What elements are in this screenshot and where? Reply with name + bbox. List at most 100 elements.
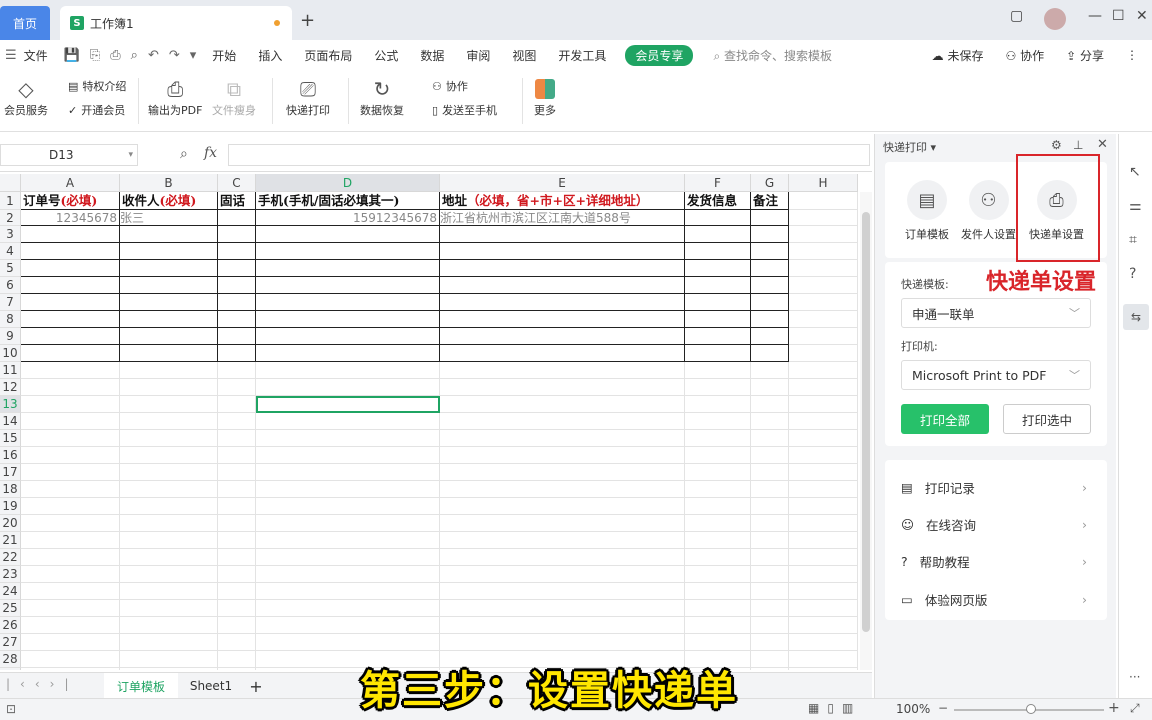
cell[interactable] bbox=[21, 532, 120, 549]
vip-button[interactable]: 会员专享 bbox=[625, 44, 694, 66]
cell[interactable] bbox=[685, 260, 751, 277]
spreadsheet-grid[interactable]: A B C D E F G H 1 订单号(必填) 收件人(必填) 固话 手机(手机/固… bbox=[0, 174, 858, 670]
cell[interactable] bbox=[256, 464, 440, 481]
cell[interactable] bbox=[685, 600, 751, 617]
cell[interactable] bbox=[21, 600, 120, 617]
cell[interactable] bbox=[21, 515, 120, 532]
row-header[interactable]: 18 bbox=[0, 481, 21, 498]
cell[interactable] bbox=[789, 294, 858, 311]
cell[interactable] bbox=[440, 226, 685, 243]
cell[interactable] bbox=[21, 464, 120, 481]
cell[interactable] bbox=[120, 328, 218, 345]
cell[interactable] bbox=[120, 396, 218, 413]
row-header[interactable]: 22 bbox=[0, 549, 21, 566]
cell[interactable] bbox=[751, 566, 789, 583]
sheet-nav-icons[interactable]: |‹‹›| bbox=[6, 677, 78, 691]
cell[interactable] bbox=[120, 583, 218, 600]
print-history-link[interactable]: ▤ 打印记录 › bbox=[901, 478, 1091, 497]
cell[interactable] bbox=[789, 345, 858, 362]
cell[interactable] bbox=[256, 362, 440, 379]
cell[interactable] bbox=[120, 430, 218, 447]
cell[interactable] bbox=[440, 430, 685, 447]
cell[interactable] bbox=[218, 566, 256, 583]
cell[interactable] bbox=[789, 566, 858, 583]
open-member-button[interactable]: ✓ 开通会员 bbox=[68, 102, 125, 118]
cell[interactable] bbox=[218, 600, 256, 617]
row-header[interactable]: 27 bbox=[0, 634, 21, 651]
hamburger-icon[interactable]: ☰ bbox=[0, 48, 22, 63]
cell[interactable] bbox=[685, 617, 751, 634]
online-consult-link[interactable]: ☺ 在线咨询 › bbox=[901, 515, 1091, 534]
cell[interactable] bbox=[751, 210, 789, 226]
cell[interactable] bbox=[440, 464, 685, 481]
printer-select[interactable]: Microsoft Print to PDF ﹀ bbox=[901, 360, 1091, 390]
cell[interactable] bbox=[789, 634, 858, 651]
cell[interactable] bbox=[218, 447, 256, 464]
cell[interactable] bbox=[685, 464, 751, 481]
cell[interactable] bbox=[440, 549, 685, 566]
settings-gear-icon[interactable]: ⚙ bbox=[1051, 138, 1062, 152]
cell[interactable] bbox=[120, 260, 218, 277]
cell[interactable] bbox=[751, 430, 789, 447]
cell[interactable]: 订单号(必填) bbox=[21, 192, 120, 210]
cell[interactable] bbox=[218, 362, 256, 379]
cell[interactable] bbox=[256, 447, 440, 464]
cell[interactable]: 张三 bbox=[120, 210, 218, 226]
cell[interactable] bbox=[21, 226, 120, 243]
cell[interactable] bbox=[751, 243, 789, 260]
cell[interactable] bbox=[789, 668, 858, 670]
cell[interactable] bbox=[120, 498, 218, 515]
cell[interactable] bbox=[789, 651, 858, 668]
cell[interactable] bbox=[21, 583, 120, 600]
col-header-f[interactable]: F bbox=[685, 174, 751, 192]
more-quick-icon[interactable]: ▾ bbox=[185, 48, 202, 63]
fullscreen-icon[interactable]: ⤢ bbox=[1130, 701, 1140, 716]
cell[interactable] bbox=[218, 226, 256, 243]
maximize-icon[interactable]: ☐ bbox=[1112, 8, 1125, 24]
row-header[interactable]: 11 bbox=[0, 362, 21, 379]
row-header[interactable]: 4 bbox=[0, 243, 21, 260]
share-button[interactable]: ⇪ 分享 bbox=[1055, 47, 1115, 64]
cell[interactable] bbox=[789, 311, 858, 328]
cell[interactable] bbox=[685, 515, 751, 532]
menu-review[interactable]: 审阅 bbox=[455, 47, 501, 64]
cell[interactable] bbox=[751, 515, 789, 532]
name-box[interactable]: D13 ▾ bbox=[0, 144, 138, 166]
cell[interactable] bbox=[218, 481, 256, 498]
cell[interactable] bbox=[440, 362, 685, 379]
cell[interactable] bbox=[685, 634, 751, 651]
sender-settings-tool[interactable]: ⚇ 发件人设置 bbox=[961, 180, 1016, 242]
row-header[interactable]: 19 bbox=[0, 498, 21, 515]
cell[interactable] bbox=[751, 413, 789, 430]
layout-icon[interactable]: ▢ bbox=[1010, 8, 1023, 24]
cell[interactable] bbox=[120, 668, 218, 670]
cell[interactable] bbox=[685, 277, 751, 294]
cell[interactable] bbox=[789, 481, 858, 498]
cell[interactable] bbox=[685, 583, 751, 600]
cell[interactable] bbox=[440, 243, 685, 260]
sheet-tab-sheet1[interactable]: Sheet1 bbox=[180, 673, 242, 699]
panel-close-icon[interactable]: ✕ bbox=[1097, 137, 1108, 152]
row-header[interactable]: 9 bbox=[0, 328, 21, 345]
selected-cell-d13[interactable] bbox=[256, 396, 440, 413]
cell[interactable] bbox=[256, 498, 440, 515]
cell[interactable] bbox=[789, 600, 858, 617]
cursor-icon[interactable]: ↖ bbox=[1129, 164, 1141, 180]
cell[interactable] bbox=[751, 532, 789, 549]
cell[interactable] bbox=[440, 600, 685, 617]
cell[interactable] bbox=[789, 226, 858, 243]
macro-icon[interactable]: ⊡ bbox=[6, 702, 16, 716]
cell[interactable] bbox=[218, 260, 256, 277]
cell[interactable] bbox=[789, 243, 858, 260]
workbook-tab[interactable]: S 工作簿1 bbox=[60, 6, 292, 40]
cell[interactable] bbox=[21, 379, 120, 396]
cell[interactable] bbox=[751, 396, 789, 413]
cell[interactable] bbox=[440, 634, 685, 651]
cell[interactable] bbox=[685, 311, 751, 328]
zoom-in-icon[interactable]: + bbox=[1108, 700, 1120, 716]
cell[interactable] bbox=[218, 243, 256, 260]
row-header[interactable]: 20 bbox=[0, 515, 21, 532]
view-mode-icons[interactable]: ▦▯▥ bbox=[808, 701, 861, 715]
cell[interactable]: 地址（必填，省+市+区+详细地址） bbox=[440, 192, 685, 210]
redo-icon[interactable]: ↷ bbox=[164, 48, 185, 63]
